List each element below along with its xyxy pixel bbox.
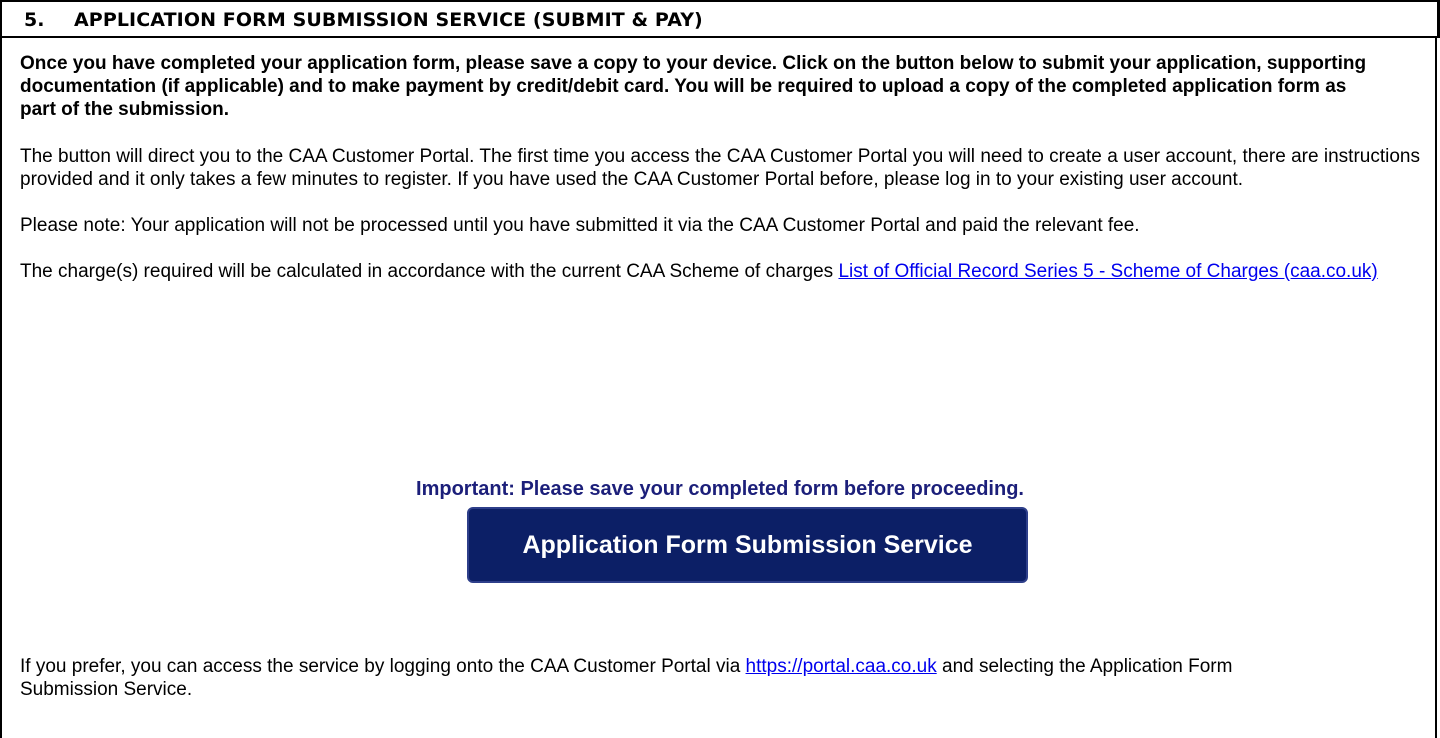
charges-paragraph: The charge(s) required will be calculate… bbox=[20, 260, 1420, 283]
note-paragraph: Please note: Your application will not b… bbox=[20, 215, 1140, 236]
alternative-text-before: If you prefer, you can access the servic… bbox=[20, 656, 746, 677]
section-header: 5. APPLICATION FORM SUBMISSION SERVICE (… bbox=[0, 0, 1440, 38]
portal-link[interactable]: https://portal.caa.co.uk bbox=[746, 656, 937, 677]
section-number: 5. bbox=[24, 9, 45, 31]
portal-paragraph: The button will direct you to the CAA Cu… bbox=[20, 146, 1420, 190]
important-notice: Important: Please save your completed fo… bbox=[416, 478, 1024, 500]
intro-paragraph: Once you have completed your application… bbox=[20, 53, 1367, 120]
application-form-submission-button[interactable]: Application Form Submission Service bbox=[467, 507, 1028, 583]
section-title: APPLICATION FORM SUBMISSION SERVICE (SUB… bbox=[74, 9, 703, 31]
alternative-paragraph: If you prefer, you can access the servic… bbox=[20, 655, 1270, 701]
charges-text: The charge(s) required will be calculate… bbox=[20, 261, 839, 282]
scheme-of-charges-link[interactable]: List of Official Record Series 5 - Schem… bbox=[838, 261, 1377, 282]
alternative-section: If you prefer, you can access the servic… bbox=[20, 655, 1420, 701]
section-content: Once you have completed your application… bbox=[20, 52, 1420, 283]
